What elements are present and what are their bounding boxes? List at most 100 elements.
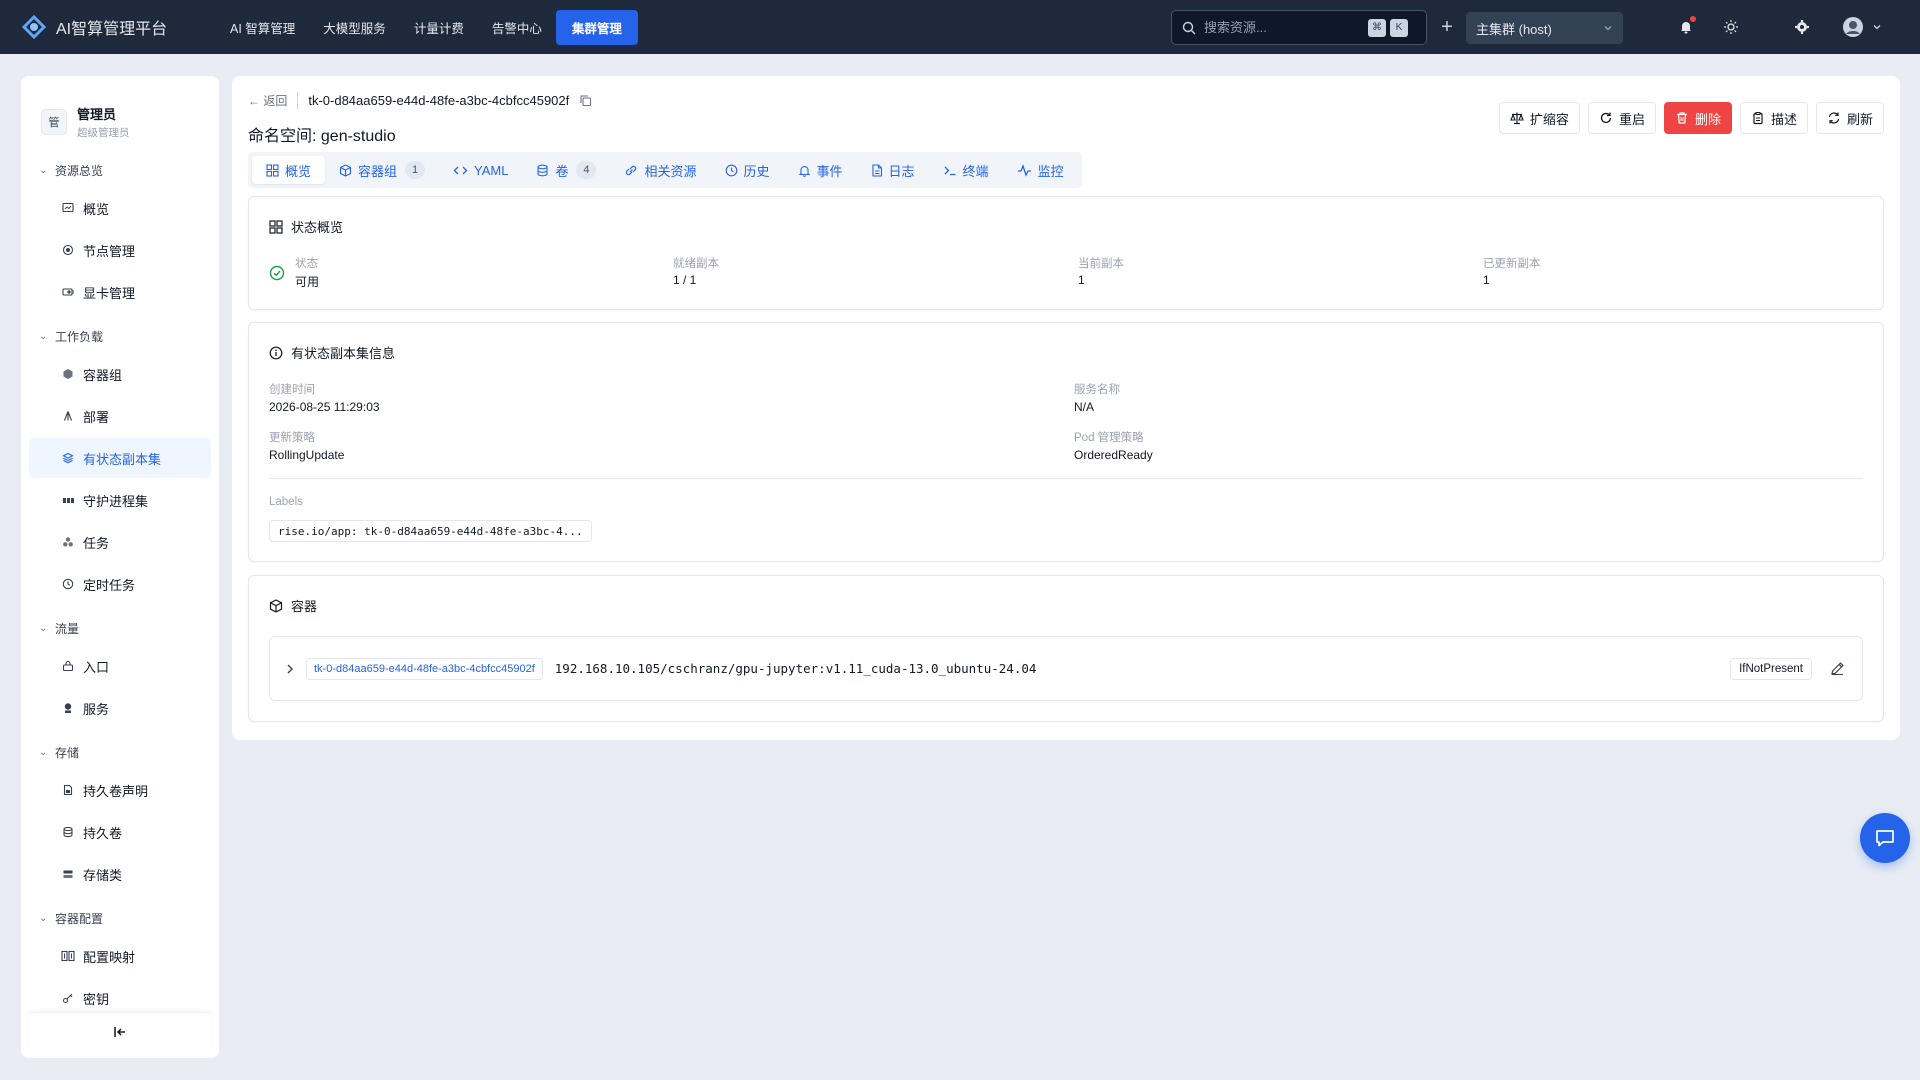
info-service-name: 服务名称 N/A <box>1074 381 1120 414</box>
describe-button[interactable]: 描述 <box>1739 102 1808 134</box>
edit-container-button[interactable] <box>1826 658 1848 680</box>
restart-icon <box>1600 112 1612 124</box>
delete-button[interactable]: 删除 <box>1663 102 1732 134</box>
notification-dot <box>1690 16 1696 22</box>
scale-button[interactable]: 扩缩容 <box>1498 102 1580 134</box>
settings-button[interactable] <box>1792 17 1812 37</box>
sidebar-item-daemonsets[interactable]: 守护进程集 <box>29 480 211 520</box>
pv-icon <box>61 825 75 839</box>
breadcrumb: ← 返回 tk-0-d84aa659-e44d-48fe-a3bc-4cbfcc… <box>248 92 592 109</box>
statefulset-info-card: 有状态副本集信息 创建时间 2026-08-25 11:29:03 服务名称 N… <box>248 322 1884 562</box>
label-chip[interactable]: rise.io/app: tk-0-d84aa659-e44d-48fe-a3b… <box>269 520 592 542</box>
ready-replicas-label: 就绪副本 <box>673 258 719 270</box>
nav-group-resource-overview[interactable]: ⌄ 资源总览 <box>21 154 219 186</box>
sidebar-item-deployments[interactable]: 部署 <box>29 396 211 436</box>
tab-volumes[interactable]: 卷 4 <box>522 156 610 184</box>
tab-history[interactable]: 历史 <box>711 156 784 184</box>
add-button[interactable]: + <box>1436 16 1458 38</box>
cluster-select[interactable]: 主集群 (host) <box>1466 12 1623 44</box>
search-box[interactable]: ⌘ K <box>1171 10 1427 45</box>
created-value: 2026-08-25 11:29:03 <box>269 400 380 414</box>
tab-events[interactable]: 事件 <box>784 156 857 184</box>
sidebar-item-storageclass[interactable]: 存储类 <box>29 854 211 894</box>
sidebar-item-statefulsets[interactable]: 有状态副本集 <box>29 438 211 478</box>
storageclass-icon <box>61 867 75 881</box>
sidebar-item-ingress[interactable]: 入口 <box>29 646 211 686</box>
collapse-sidebar-button[interactable] <box>29 1012 211 1050</box>
sidebar-item-configmaps[interactable]: 配置映射 <box>29 936 211 976</box>
search-input[interactable] <box>1204 20 1364 35</box>
sidebar-item-overview[interactable]: 概览 <box>29 188 211 228</box>
nav-group-traffic[interactable]: ⌄ 流量 <box>21 612 219 644</box>
tab-overview[interactable]: 概览 <box>252 156 326 184</box>
topnav-llm-service[interactable]: 大模型服务 <box>309 10 400 45</box>
key-icon <box>61 991 75 1005</box>
tab-logs[interactable]: 日志 <box>857 156 929 184</box>
current-replicas-value: 1 <box>1078 273 1085 287</box>
nav-group-container-config[interactable]: ⌄ 容器配置 <box>21 902 219 934</box>
clock-icon <box>725 164 737 176</box>
pencil-icon <box>1830 662 1844 676</box>
sidebar-item-nodes[interactable]: 节点管理 <box>29 230 211 270</box>
sidebar-item-services[interactable]: 服务 <box>29 688 211 728</box>
chevron-right-icon[interactable] <box>284 663 296 675</box>
nav-group-storage[interactable]: ⌄ 存储 <box>21 736 219 768</box>
pod-icon <box>61 367 75 381</box>
topnav-alerts[interactable]: 告警中心 <box>478 10 556 45</box>
topnav-cluster-management[interactable]: 集群管理 <box>555 9 638 45</box>
update-strategy-label: 更新策略 <box>269 432 315 444</box>
brand[interactable]: AI智算管理平台 <box>20 13 210 41</box>
describe-label: 描述 <box>1770 111 1797 127</box>
sidebar-item-pv[interactable]: 持久卷 <box>29 812 211 852</box>
sidebar-item-gpus[interactable]: 显卡管理 <box>29 272 211 312</box>
tab-terminal[interactable]: 终端 <box>929 156 1003 184</box>
sun-icon <box>1724 20 1738 34</box>
chevron-down-icon <box>1604 26 1612 31</box>
card-title-text: 有状态副本集信息 <box>291 346 396 361</box>
topnav-billing[interactable]: 计量计费 <box>400 10 478 45</box>
sidebar-item-label: 部署 <box>83 409 110 425</box>
clipboard-icon <box>1753 112 1763 125</box>
tab-pods[interactable]: 容器组 1 <box>325 156 439 184</box>
topnav-ai-compute[interactable]: AI 智算管理 <box>216 10 309 45</box>
cube-icon <box>339 163 352 177</box>
updated-replicas-label: 已更新副本 <box>1483 258 1541 270</box>
sidebar-item-cronjobs[interactable]: 定时任务 <box>29 564 211 604</box>
namespace-title: 命名空间: gen-studio <box>248 128 396 145</box>
user-menu-button[interactable] <box>1839 17 1885 37</box>
sidebar-item-pvc[interactable]: 持久卷声明 <box>29 770 211 810</box>
sidebar-item-label: 配置映射 <box>83 949 136 965</box>
labels-heading: Labels <box>269 496 303 508</box>
link-icon <box>626 165 637 175</box>
containers-card: 容器 tk-0-d84aa659-e44d-48fe-a3bc-4cbfcc45… <box>248 575 1884 722</box>
nav-group-label: 存储 <box>55 745 80 760</box>
container-name-chip: tk-0-d84aa659-e44d-48fe-a3bc-4cbfcc45902… <box>306 657 543 680</box>
sidebar-item-jobs[interactable]: 任务 <box>29 522 211 562</box>
info-update-strategy: 更新策略 RollingUpdate <box>269 429 344 462</box>
sidebar-item-pods[interactable]: 容器组 <box>29 354 211 394</box>
chat-icon <box>1876 830 1894 847</box>
sidebar-item-label: 服务 <box>83 701 110 717</box>
chat-button[interactable] <box>1860 813 1910 863</box>
created-label: 创建时间 <box>269 384 315 396</box>
theme-toggle-button[interactable] <box>1721 17 1741 37</box>
tab-monitoring[interactable]: 监控 <box>1003 156 1078 184</box>
sidebar-item-label: 任务 <box>83 535 110 551</box>
container-row[interactable]: tk-0-d84aa659-e44d-48fe-a3bc-4cbfcc45902… <box>269 636 1863 701</box>
notification-button[interactable] <box>1676 16 1696 37</box>
nav-group-workloads[interactable]: ⌄ 工作负载 <box>21 320 219 352</box>
restart-button[interactable]: 重启 <box>1587 102 1656 134</box>
deploy-icon <box>61 409 75 423</box>
back-link[interactable]: ← 返回 <box>248 92 299 109</box>
refresh-button[interactable]: 刷新 <box>1815 102 1884 134</box>
tab-yaml[interactable]: YAML <box>439 156 522 184</box>
refresh-label: 刷新 <box>1846 111 1873 127</box>
chevron-down-icon: ⌄ <box>39 330 48 342</box>
cluster-select-value: 主集群 (host) <box>1476 21 1552 37</box>
nav-group-label: 工作负载 <box>55 329 104 344</box>
avatar: 管 <box>41 109 67 135</box>
tab-related-resources[interactable]: 相关资源 <box>610 156 710 184</box>
copy-icon[interactable] <box>579 94 592 107</box>
chevron-down-icon: ⌄ <box>39 912 48 924</box>
brand-name: AI智算管理平台 <box>56 21 168 38</box>
